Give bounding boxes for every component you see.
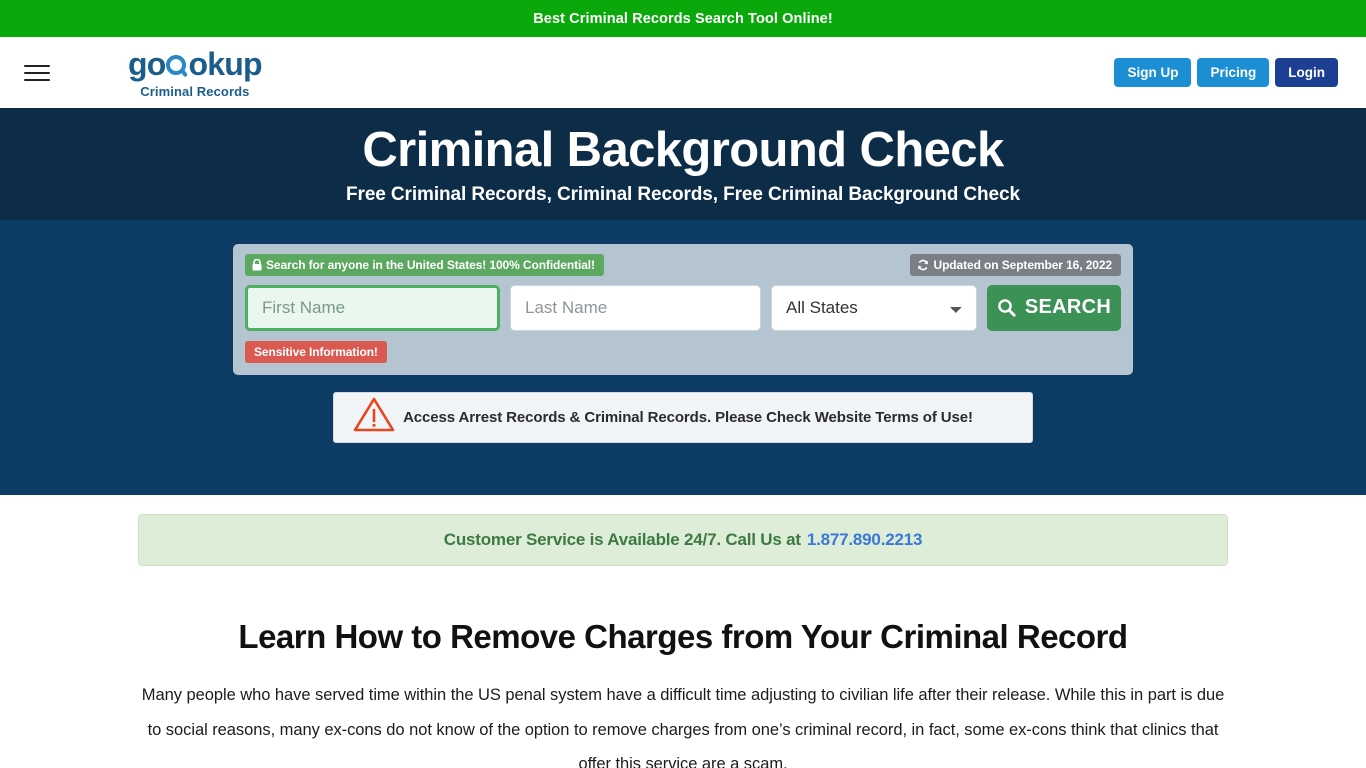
- article-body: Many people who have served time within …: [141, 685, 1225, 768]
- magnifier-logo-icon: [165, 51, 190, 78]
- page-title: Criminal Background Check: [362, 123, 1004, 177]
- confidential-badge-text: Search for anyone in the United States! …: [266, 257, 595, 272]
- logo-text-go: go: [128, 45, 166, 82]
- search-panel-header: Search for anyone in the United States! …: [245, 253, 1121, 276]
- search-icon: [997, 298, 1016, 318]
- lock-icon: [252, 258, 262, 271]
- state-select[interactable]: All States: [771, 284, 977, 331]
- hero-section: Criminal Background Check Free Criminal …: [0, 108, 1366, 220]
- updated-badge-text: Updated on September 16, 2022: [933, 257, 1113, 272]
- article-heading: Learn How to Remove Charges from Your Cr…: [238, 617, 1128, 655]
- refresh-icon: [917, 259, 929, 271]
- hamburger-bar: [24, 71, 50, 74]
- search-form: All States SEARCH: [245, 284, 1121, 331]
- promo-banner-text: Best Criminal Records Search Tool Online…: [533, 10, 833, 27]
- magnifier-handle: [179, 68, 188, 78]
- customer-service-text: Customer Service is Available 24/7. Call…: [443, 529, 801, 549]
- promo-banner: Best Criminal Records Search Tool Online…: [0, 0, 1366, 37]
- first-name-input[interactable]: [245, 284, 500, 331]
- logo-wordmark: go okup: [128, 45, 263, 82]
- confidential-badge: Search for anyone in the United States! …: [245, 253, 604, 276]
- customer-service-phone-link[interactable]: 1.877.890.2213: [807, 530, 923, 550]
- hamburger-bar: [24, 78, 50, 81]
- site-header: go okup Criminal Records Sign Up Pricing…: [0, 37, 1366, 108]
- terms-warning-box: Access Arrest Records & Criminal Records…: [333, 391, 1033, 443]
- page-subtitle: Free Criminal Records, Criminal Records,…: [346, 183, 1020, 205]
- pricing-button[interactable]: Pricing: [1197, 57, 1270, 88]
- search-button[interactable]: SEARCH: [987, 284, 1121, 331]
- terms-warning-text: Access Arrest Records & Criminal Records…: [403, 408, 973, 426]
- site-logo[interactable]: go okup Criminal Records: [128, 45, 263, 99]
- customer-service-banner: Customer Service is Available 24/7. Call…: [138, 513, 1228, 566]
- hamburger-bar: [24, 64, 50, 67]
- login-button[interactable]: Login: [1275, 57, 1338, 88]
- signup-button[interactable]: Sign Up: [1114, 57, 1192, 88]
- updated-badge: Updated on September 16, 2022: [909, 253, 1121, 276]
- customer-service-section: Customer Service is Available 24/7. Call…: [0, 494, 1366, 566]
- logo-text-okup: okup: [188, 45, 263, 82]
- search-button-label: SEARCH: [1024, 296, 1112, 319]
- article-section: Learn How to Remove Charges from Your Cr…: [138, 566, 1228, 768]
- header-actions: Sign Up Pricing Login: [1114, 57, 1338, 88]
- warning-triangle-icon: [352, 395, 396, 440]
- sensitive-information-badge: Sensitive Information!: [245, 340, 387, 363]
- last-name-input[interactable]: [510, 284, 761, 331]
- search-section: Search for anyone in the United States! …: [0, 219, 1366, 495]
- search-panel: Search for anyone in the United States! …: [233, 243, 1133, 375]
- hamburger-menu-icon[interactable]: [24, 62, 50, 84]
- logo-subtitle: Criminal Records: [140, 83, 250, 99]
